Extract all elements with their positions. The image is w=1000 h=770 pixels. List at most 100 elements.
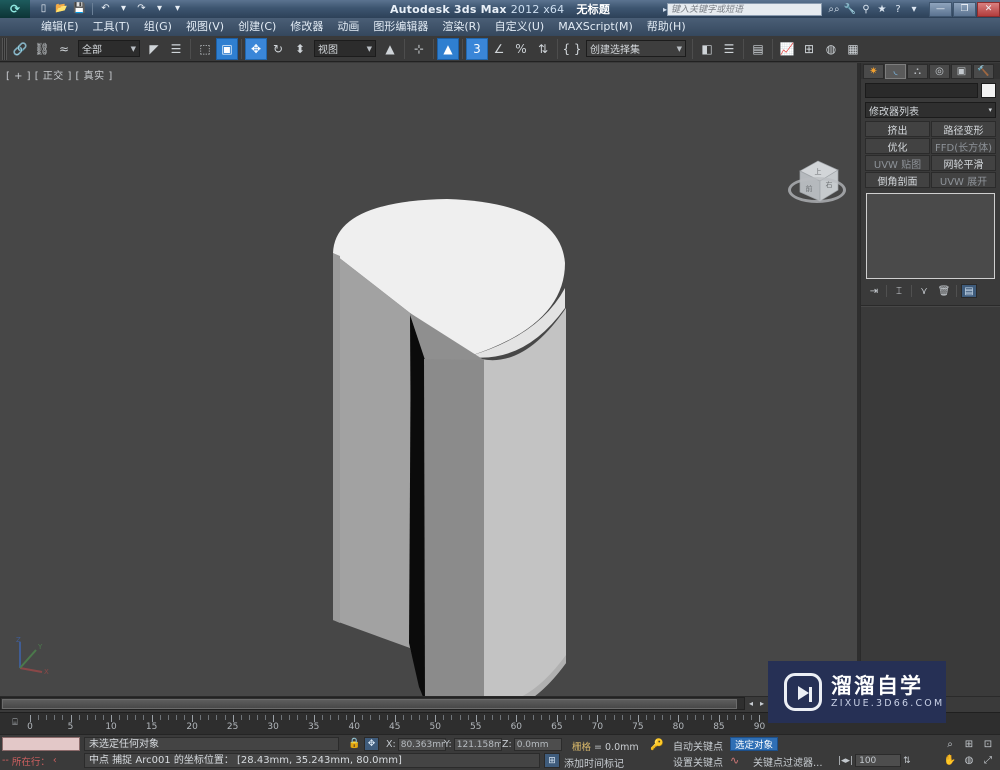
configure-sets-icon[interactable]: ▤ [961,284,977,298]
reference-coordinate-dropdown[interactable]: 视图 ▼ [314,40,376,57]
undo-icon[interactable]: ↶ [98,2,113,17]
command-panel-tab-create-icon[interactable]: ✷ [863,63,884,79]
pin-icon[interactable]: ⚲ [858,2,874,16]
pin-stack-icon[interactable]: ⇥ [866,284,882,298]
object-name-input[interactable] [865,83,978,98]
key-icon[interactable]: 🔑 [650,738,664,751]
key-mode-icon[interactable]: ⌸ [6,715,24,731]
minimize-button[interactable]: — [929,1,952,17]
frame-spinner-icon[interactable]: ⇅ [903,756,911,766]
viewport[interactable]: [ + ] [ 正交 ] [ 真实 ] 上 前 右 Z X Y [0,63,857,696]
edit-named-selection-icon[interactable]: { } [561,38,583,60]
zoom-extents-icon[interactable]: ⊡ [979,737,997,752]
redo-icon[interactable]: ↷ [134,2,149,17]
coordinate-z[interactable]: Z: 0.0mm [502,738,562,751]
selection-filter-dropdown[interactable]: 全部 ▼ [78,40,140,57]
scroll-left-arrow-icon[interactable]: ◂ [746,698,756,709]
spinner-snap-icon[interactable]: ⇅ [532,38,554,60]
unlink-selection-icon[interactable]: ⛓ [31,38,53,60]
coord-x-input[interactable]: 80.363mm [397,738,446,751]
key-filters-button[interactable]: 关键点过滤器... [753,754,823,769]
selected-object-button[interactable]: 选定对象 [730,737,778,751]
modifier-button-1[interactable]: 路径变形 [931,121,996,137]
menu-item-6[interactable]: 动画 [330,18,366,36]
wrench-icon[interactable]: 🔧 [842,2,858,16]
modifier-stack-list[interactable] [866,193,995,279]
close-button[interactable]: ✕ [977,1,1000,17]
modifier-button-5[interactable]: 网轮平滑 [931,155,996,171]
menu-item-10[interactable]: MAXScript(M) [551,18,640,36]
command-panel-tab-hierarchy-icon[interactable]: ⛬ [907,63,928,79]
object-color-swatch[interactable] [981,83,996,98]
more-options-icon[interactable]: ▾ [906,2,922,16]
line-indicator-arrow-icon[interactable]: ‹ [53,755,57,766]
binoculars-icon[interactable]: ⌕⌕ [826,2,842,16]
make-unique-icon[interactable]: ⋎ [916,284,932,298]
select-and-scale-icon[interactable]: ⬍ [289,38,311,60]
curve-editor-icon[interactable]: 📈 [776,38,798,60]
search-input[interactable]: 键入关键字或短语 [667,2,822,16]
modifier-list-dropdown[interactable]: 修改器列表 ▾ [865,102,996,118]
scrollbar-thumb[interactable] [2,699,737,709]
menu-item-0[interactable]: 编辑(E) [34,18,86,36]
use-center-icon[interactable]: ⊹ [408,38,430,60]
window-crossing-icon[interactable]: ▣ [216,37,238,60]
set-key-button[interactable]: 设置关键点 [673,754,723,769]
align-icon[interactable]: ☰ [718,38,740,60]
coord-y-input[interactable]: 121.158mm [453,738,502,751]
layer-manager-icon[interactable]: ▤ [747,38,769,60]
current-frame-input[interactable]: 100 [855,754,902,767]
new-file-icon[interactable]: ▯ [36,2,51,17]
star-icon[interactable]: ★ [874,2,890,16]
pan-icon[interactable]: ✋ [941,753,959,768]
zoom-icon[interactable]: ⌕ [941,737,959,752]
menu-item-8[interactable]: 渲染(R) [435,18,487,36]
undo-dropdown-icon[interactable]: ▾ [116,2,131,17]
menu-item-3[interactable]: 视图(V) [179,18,231,36]
angle-snap-icon[interactable]: ∠ [488,38,510,60]
command-panel-tab-modify-icon[interactable]: ◟ [885,63,906,79]
absolute-relative-coord-icon[interactable]: ✥ [364,737,379,751]
modifier-button-6[interactable]: 倒角剖面 [865,172,930,188]
viewcube[interactable]: 上 前 右 [782,151,852,211]
add-time-tag-icon[interactable]: ⊞ [544,753,560,768]
open-file-icon[interactable]: 📂 [54,2,69,17]
modifier-button-2[interactable]: 优化 [865,138,930,154]
select-and-link-icon[interactable]: 🔗 [9,38,31,60]
auto-key-button[interactable]: 自动关键点 [673,738,723,753]
menu-item-11[interactable]: 帮助(H) [640,18,693,36]
orbit-icon[interactable]: ◍ [960,753,978,768]
viewport-horizontal-scrollbar[interactable] [0,697,745,710]
named-selection-set-dropdown[interactable]: 创建选择集 ▼ [586,40,686,57]
snap-toggle-icon[interactable]: 3 [466,37,488,60]
modifier-button-3[interactable]: FFD(长方体) [931,138,996,154]
show-end-result-icon[interactable]: ⌶ [891,284,907,298]
render-setup-icon[interactable]: ▦ [842,38,864,60]
menu-item-5[interactable]: 修改器 [283,18,330,36]
menu-item-2[interactable]: 组(G) [137,18,179,36]
percent-snap-icon[interactable]: % [510,38,532,60]
menu-item-1[interactable]: 工具(T) [86,18,137,36]
redo-dropdown-icon[interactable]: ▾ [152,2,167,17]
maximize-button[interactable]: ❐ [953,1,976,17]
coord-z-input[interactable]: 0.0mm [513,738,562,751]
coordinate-y[interactable]: Y: 121.158mm [444,738,502,751]
coordinate-x[interactable]: X: 80.363mm [386,738,446,751]
select-and-manipulate-icon[interactable]: ▲ [437,37,459,60]
scroll-right-arrow-icon[interactable]: ▸ [757,698,767,709]
customize-qat-icon[interactable]: ▾ [170,2,185,17]
frame-navigation-icon[interactable]: |◂▸| [838,756,853,766]
add-time-tag-label[interactable]: 添加时间标记 [564,755,624,770]
save-file-icon[interactable]: 💾 [72,2,87,17]
command-panel-tab-utilities-icon[interactable]: 🔨 [973,63,994,79]
viewcube-compass-ring[interactable] [788,177,846,203]
modifier-button-0[interactable]: 挤出 [865,121,930,137]
command-panel-tab-display-icon[interactable]: ▣ [951,63,972,79]
maximize-viewport-icon[interactable]: ⤢ [979,753,997,768]
maxscript-mini-listener-input[interactable] [2,737,80,751]
select-by-name-icon[interactable]: ☰ [165,38,187,60]
selection-lock-icon[interactable]: 🔒 [348,738,360,749]
menu-item-4[interactable]: 创建(C) [231,18,283,36]
key-curve-icon[interactable]: ∿ [730,754,739,767]
mirror-icon[interactable]: ◧ [696,38,718,60]
